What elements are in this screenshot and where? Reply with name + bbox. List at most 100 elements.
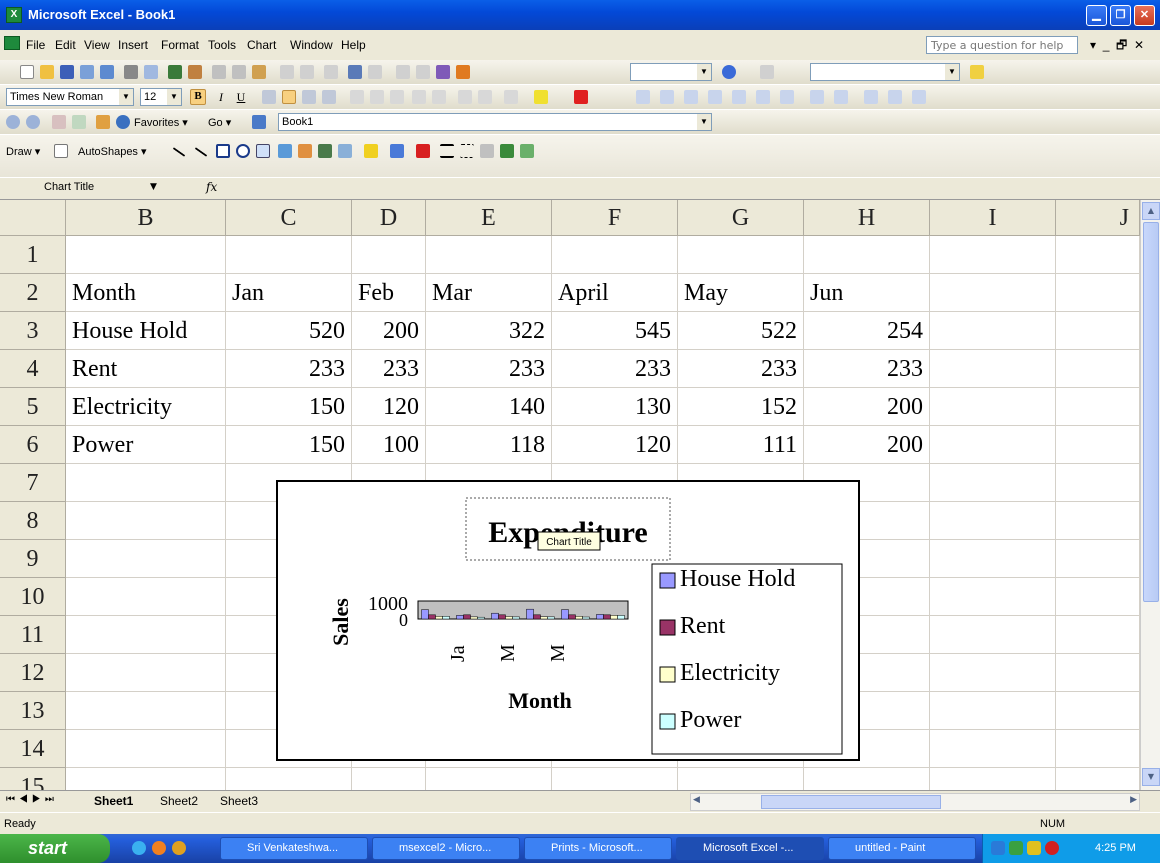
legend-swatch[interactable]: [659, 619, 676, 636]
scroll-left-icon[interactable]: ◀: [693, 794, 700, 805]
row-header-4[interactable]: 4: [0, 350, 66, 388]
cell[interactable]: [1056, 274, 1140, 312]
cell[interactable]: [1056, 578, 1140, 616]
bar-rent[interactable]: [568, 614, 576, 620]
scroll-up-icon[interactable]: ▲: [1142, 202, 1160, 220]
picture-icon[interactable]: [338, 144, 352, 158]
chart-objects-select[interactable]: ▼: [810, 63, 960, 81]
header-cell[interactable]: Month: [66, 274, 226, 312]
align-center-icon[interactable]: [282, 90, 296, 104]
text-color-icon[interactable]: [416, 144, 430, 158]
bar-power[interactable]: [617, 615, 625, 620]
tray-icon[interactable]: [991, 841, 1005, 855]
menu-format[interactable]: Format: [161, 38, 199, 52]
chart-format-icon[interactable]: [636, 90, 650, 104]
row-header-11[interactable]: 11: [0, 616, 66, 654]
row-header-7[interactable]: 7: [0, 464, 66, 502]
select-objects-icon[interactable]: [54, 144, 68, 158]
cell[interactable]: [930, 654, 1056, 692]
cell[interactable]: 150: [226, 426, 352, 464]
bold-button[interactable]: B: [190, 89, 206, 105]
workbook-icon[interactable]: [4, 36, 20, 50]
cell[interactable]: 118: [426, 426, 552, 464]
task-msexcel2[interactable]: msexcel2 - Micro...: [372, 837, 520, 860]
scroll-down-icon[interactable]: ▼: [1142, 768, 1160, 786]
bar-rent[interactable]: [428, 614, 436, 620]
menu-file[interactable]: File: [26, 38, 45, 52]
3d-icon[interactable]: [520, 144, 534, 158]
chart-legend-icon[interactable]: [660, 90, 674, 104]
bar-house-hold[interactable]: [421, 609, 429, 620]
cell[interactable]: 200: [804, 388, 930, 426]
fx-icon[interactable]: fx: [206, 180, 217, 194]
cell[interactable]: [66, 236, 226, 274]
chart-angle-up-icon[interactable]: [780, 90, 794, 104]
cell[interactable]: Rent: [66, 350, 226, 388]
task-prints[interactable]: Prints - Microsoft...: [524, 837, 672, 860]
bar-house-hold[interactable]: [526, 608, 534, 620]
cell[interactable]: [930, 464, 1056, 502]
percent-icon[interactable]: [370, 90, 384, 104]
cell[interactable]: [1056, 464, 1140, 502]
cell[interactable]: 233: [804, 350, 930, 388]
cell[interactable]: [226, 236, 352, 274]
underline-button[interactable]: U: [234, 90, 248, 104]
open-icon[interactable]: [40, 65, 54, 79]
cell[interactable]: 100: [352, 426, 426, 464]
cell[interactable]: [426, 236, 552, 274]
cell[interactable]: [930, 350, 1056, 388]
header-cell[interactable]: May: [678, 274, 804, 312]
cell[interactable]: 152: [678, 388, 804, 426]
minimize-button[interactable]: ▁: [1086, 5, 1107, 26]
bar-power[interactable]: [477, 616, 485, 620]
sort-ascending-icon[interactable]: [396, 65, 410, 79]
clipart-icon[interactable]: [318, 144, 332, 158]
col-header-c[interactable]: C: [226, 200, 352, 236]
bar-electricity[interactable]: [505, 616, 513, 620]
back-icon[interactable]: [6, 115, 20, 129]
permission-icon[interactable]: [80, 65, 94, 79]
row-header-3[interactable]: 3: [0, 312, 66, 350]
cell[interactable]: [66, 540, 226, 578]
bar-house-hold[interactable]: [561, 609, 569, 620]
col-header-j[interactable]: J: [1056, 200, 1140, 236]
cell[interactable]: [930, 540, 1056, 578]
h-scroll-thumb[interactable]: [761, 795, 941, 809]
ie-icon[interactable]: [132, 841, 146, 855]
format-painter-icon[interactable]: [280, 65, 294, 79]
print-icon[interactable]: [124, 65, 138, 79]
help-icon[interactable]: [722, 65, 736, 79]
bar-house-hold[interactable]: [596, 614, 604, 620]
cell[interactable]: [678, 236, 804, 274]
chart-y-label[interactable]: Sales: [328, 598, 353, 646]
row-header-6[interactable]: 6: [0, 426, 66, 464]
bar-house-hold[interactable]: [491, 612, 499, 620]
textbox-icon[interactable]: [256, 144, 270, 158]
bar-electricity[interactable]: [470, 616, 478, 620]
increase-indent-icon[interactable]: [478, 90, 492, 104]
cell[interactable]: 140: [426, 388, 552, 426]
cell[interactable]: 522: [678, 312, 804, 350]
cell[interactable]: [930, 692, 1056, 730]
cell[interactable]: 233: [426, 350, 552, 388]
search-web-icon[interactable]: [116, 115, 130, 129]
hyperlink-icon[interactable]: [348, 65, 362, 79]
cell[interactable]: [1056, 502, 1140, 540]
forward-icon[interactable]: [26, 115, 40, 129]
italic-button[interactable]: I: [214, 90, 228, 104]
bar-rent[interactable]: [463, 614, 471, 620]
cell[interactable]: [1056, 388, 1140, 426]
task-paint[interactable]: untitled - Paint: [828, 837, 976, 860]
cell[interactable]: [1056, 426, 1140, 464]
new-icon[interactable]: [20, 65, 34, 79]
go-button[interactable]: Go ▾: [208, 116, 231, 129]
cell[interactable]: Power: [66, 426, 226, 464]
chart-data-icon[interactable]: [864, 90, 878, 104]
header-cell[interactable]: Mar: [426, 274, 552, 312]
cell[interactable]: 130: [552, 388, 678, 426]
cell[interactable]: 233: [552, 350, 678, 388]
shadow-icon[interactable]: [500, 144, 514, 158]
sheet-tab-3[interactable]: Sheet3: [220, 794, 258, 808]
cell[interactable]: [930, 502, 1056, 540]
cell[interactable]: 150: [226, 388, 352, 426]
